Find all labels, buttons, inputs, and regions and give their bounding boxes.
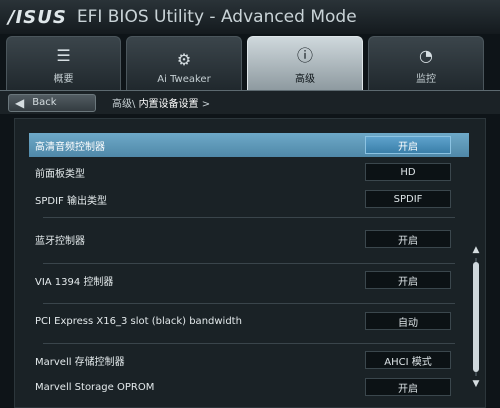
setting-value-button[interactable]: SPDIF xyxy=(365,190,451,208)
monitor-gauge-icon: ◔ xyxy=(419,46,433,65)
setting-label: SPDIF 输出类型 xyxy=(35,195,107,207)
setting-value-button[interactable]: HD xyxy=(365,163,451,181)
asus-logo: /ISUS xyxy=(8,6,67,28)
back-label: Back xyxy=(32,97,57,108)
tab-advanced[interactable]: ⓘ 高级 xyxy=(247,36,363,90)
setting-label: PCI Express X16_3 slot (black) bandwidth xyxy=(35,315,242,327)
setting-row-via-1394[interactable]: VIA 1394 控制器 开启 xyxy=(29,268,469,292)
setting-row-front-panel[interactable]: 前面板类型 HD xyxy=(29,160,469,184)
tweaker-icon: ⚙ xyxy=(176,50,192,69)
setting-label: Marvell 存储控制器 xyxy=(35,356,125,368)
setting-row-hd-audio[interactable]: 高清音频控制器 开启 xyxy=(29,133,469,157)
advanced-info-icon: ⓘ xyxy=(296,46,313,65)
divider xyxy=(43,217,455,218)
settings-panel: 高清音频控制器 开启 前面板类型 HD SPDIF 输出类型 SPDIF 蓝牙控… xyxy=(14,118,486,408)
setting-label: 前面板类型 xyxy=(35,168,85,180)
setting-value-button[interactable]: 自动 xyxy=(365,312,451,330)
setting-value-button[interactable]: AHCI 模式 xyxy=(365,351,451,369)
back-arrow-icon: ◀ xyxy=(15,95,25,110)
setting-label: 蓝牙控制器 xyxy=(35,235,85,247)
setting-row-bluetooth[interactable]: 蓝牙控制器 开启 xyxy=(29,227,469,251)
scroll-thumb[interactable] xyxy=(473,262,479,372)
tab-monitor[interactable]: ◔ 监控 xyxy=(368,36,484,90)
list-icon: ☰ xyxy=(56,46,71,65)
divider xyxy=(43,263,455,264)
tab-label: 高级 xyxy=(295,74,315,85)
setting-row-pcie-bandwidth[interactable]: PCI Express X16_3 slot (black) bandwidth… xyxy=(29,309,469,333)
title-bar: /ISUS EFI BIOS Utility - Advanced Mode xyxy=(0,0,500,34)
breadcrumb-arrow: > xyxy=(201,99,211,110)
setting-row-marvell-oprom[interactable]: Marvell Storage OPROM 开启 xyxy=(29,375,469,399)
back-button[interactable]: ◀ Back xyxy=(8,93,96,112)
scroll-down-arrow-icon[interactable]: ▼ xyxy=(470,378,482,390)
settings-scrollbar[interactable]: ▲ ▼ xyxy=(470,244,482,390)
tab-label: 监控 xyxy=(416,74,436,85)
setting-label: VIA 1394 控制器 xyxy=(35,276,114,288)
scroll-up-arrow-icon[interactable]: ▲ xyxy=(470,244,482,256)
breadcrumb: 高级\ 内置设备设置 > xyxy=(112,95,210,110)
breadcrumb-parent[interactable]: 高级\ xyxy=(112,99,135,110)
setting-row-spdif[interactable]: SPDIF 输出类型 SPDIF xyxy=(29,187,469,211)
main-tabs: ☰ 概要 ⚙ Ai Tweaker ⓘ 高级 ◔ 监控 xyxy=(0,36,500,90)
setting-value-button[interactable]: 开启 xyxy=(365,378,451,396)
window-title: EFI BIOS Utility - Advanced Mode xyxy=(76,7,357,27)
tab-overview[interactable]: ☰ 概要 xyxy=(6,36,121,90)
setting-row-marvell-controller[interactable]: Marvell 存储控制器 AHCI 模式 xyxy=(29,348,469,372)
tab-label: Ai Tweaker xyxy=(157,74,211,85)
setting-label: Marvell Storage OPROM xyxy=(35,381,155,393)
breadcrumb-current: 内置设备设置 xyxy=(138,99,199,110)
setting-value-button[interactable]: 开启 xyxy=(365,271,451,289)
divider xyxy=(43,303,455,304)
setting-label: 高清音频控制器 xyxy=(35,141,105,153)
setting-value-button[interactable]: 开启 xyxy=(365,230,451,248)
divider xyxy=(43,343,455,344)
tab-ai-tweaker[interactable]: ⚙ Ai Tweaker xyxy=(126,36,242,90)
setting-value-button[interactable]: 开启 xyxy=(365,136,451,154)
navigation-header: ◀ Back 高级\ 内置设备设置 > xyxy=(0,90,500,114)
tab-label: 概要 xyxy=(53,74,74,85)
